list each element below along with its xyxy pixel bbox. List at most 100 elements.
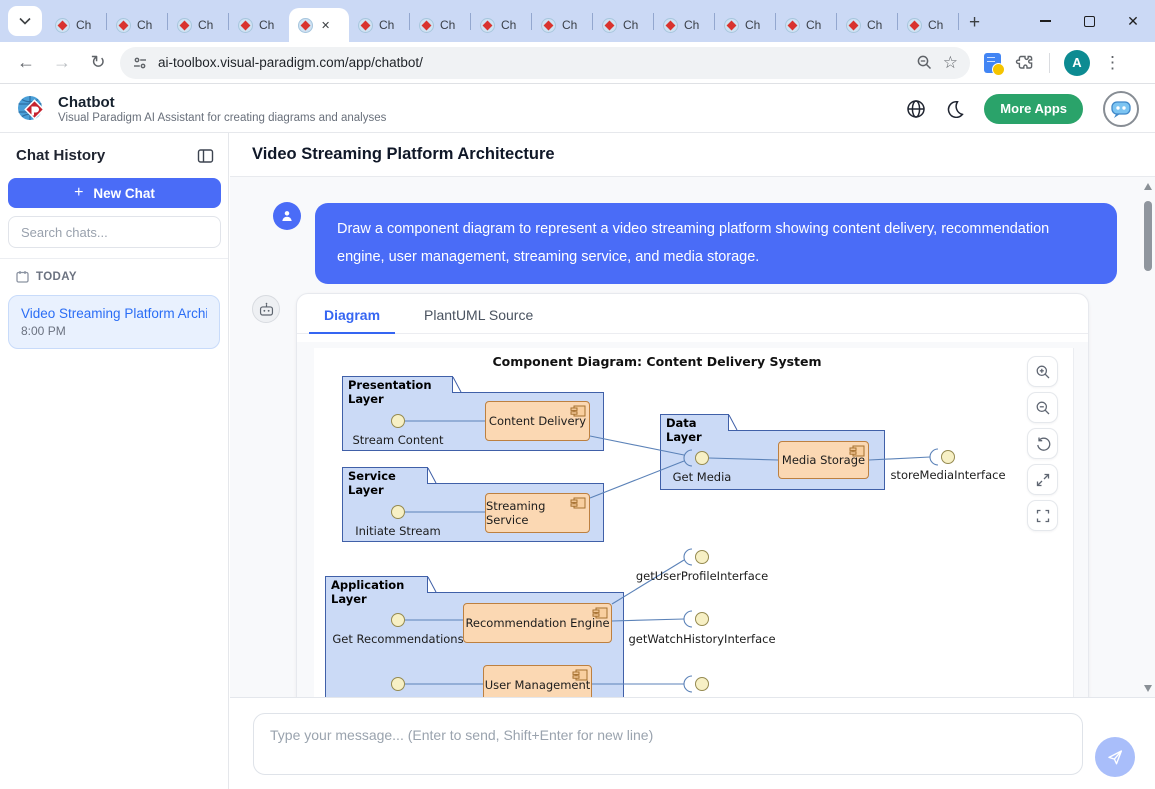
- component-recommendation-engine: Recommendation Engine: [463, 603, 612, 643]
- site-settings-icon[interactable]: [132, 55, 148, 71]
- chat-scrollbar[interactable]: [1142, 180, 1154, 695]
- browser-menu-icon[interactable]: ⋮: [1104, 53, 1121, 73]
- visual-paradigm-favicon: [116, 18, 131, 33]
- bookmark-star-icon[interactable]: ☆: [943, 53, 958, 73]
- collapse-sidebar-icon[interactable]: [197, 148, 214, 164]
- header-actions: More Apps: [906, 91, 1139, 127]
- reset-view-button[interactable]: [1027, 428, 1058, 459]
- browser-tab[interactable]: Ch: [776, 8, 836, 42]
- page-title: Video Streaming Platform Architecture: [252, 145, 555, 164]
- close-window-button[interactable]: ✕: [1111, 0, 1155, 42]
- interface-label: getWatchHistoryInterface: [617, 632, 787, 646]
- chatbot-badge-icon[interactable]: [1103, 91, 1139, 127]
- chevron-down-icon: [19, 17, 31, 25]
- chat-item-title: Video Streaming Platform Archi...: [21, 306, 207, 321]
- chat-item-time: 8:00 PM: [21, 324, 207, 338]
- interface-label: Initiate Stream: [338, 524, 458, 538]
- scroll-down-arrow[interactable]: [1144, 685, 1152, 692]
- more-apps-button[interactable]: More Apps: [984, 94, 1083, 124]
- extension-doc-icon[interactable]: [984, 53, 1001, 73]
- profile-avatar[interactable]: A: [1064, 50, 1090, 76]
- browser-tab[interactable]: Ch: [46, 8, 106, 42]
- tab-search-button[interactable]: [8, 6, 42, 36]
- browser-tab[interactable]: Ch: [593, 8, 653, 42]
- component-content-delivery: Content Delivery: [485, 401, 590, 441]
- component-icon: [570, 405, 586, 417]
- extensions-puzzle-icon[interactable]: [1015, 53, 1035, 73]
- visual-paradigm-favicon: [785, 18, 800, 33]
- send-button[interactable]: [1095, 737, 1135, 777]
- browser-tab[interactable]: Ch: [654, 8, 714, 42]
- tab-close-icon[interactable]: ✕: [321, 19, 330, 32]
- interface-label: Get Recommendations: [328, 632, 468, 646]
- interface-label: getUserProfileInterface: [622, 569, 782, 583]
- visual-paradigm-favicon: [846, 18, 861, 33]
- url-text[interactable]: ai-toolbox.visual-paradigm.com/app/chatb…: [158, 55, 906, 70]
- browser-tab[interactable]: Ch: [107, 8, 167, 42]
- fullscreen-button[interactable]: [1027, 500, 1058, 531]
- visual-paradigm-favicon: [177, 18, 192, 33]
- maximize-button[interactable]: [1067, 0, 1111, 42]
- app-subtitle: Visual Paradigm AI Assistant for creatin…: [58, 112, 386, 124]
- app-titles: Chatbot Visual Paradigm AI Assistant for…: [58, 94, 386, 124]
- browser-tab[interactable]: Ch: [349, 8, 409, 42]
- tab-title: Ch: [806, 18, 821, 32]
- new-tab-button[interactable]: +: [969, 13, 980, 32]
- diagram-viewport[interactable]: Component Diagram: Content Delivery Syst…: [314, 348, 1074, 698]
- sidebar-title: Chat History: [16, 147, 105, 164]
- search-chats-input[interactable]: [8, 216, 221, 248]
- browser-tab[interactable]: Ch: [715, 8, 775, 42]
- tab-title: Ch: [259, 18, 274, 32]
- user-message-bubble: Draw a component diagram to represent a …: [315, 203, 1117, 284]
- visual-paradigm-favicon: [298, 18, 313, 33]
- browser-tab[interactable]: Ch: [229, 8, 289, 42]
- dark-mode-moon-icon[interactable]: [946, 100, 964, 118]
- window-controls: ✕: [1023, 0, 1155, 42]
- tab-diagram[interactable]: Diagram: [309, 307, 395, 334]
- chat-history-item[interactable]: Video Streaming Platform Archi... 8:00 P…: [8, 295, 220, 349]
- tab-title: Ch: [137, 18, 152, 32]
- zoom-out-button[interactable]: [1027, 392, 1058, 423]
- chat-group-label: TODAY: [36, 271, 77, 283]
- zoom-icon[interactable]: [916, 54, 933, 71]
- tab-separator: [958, 13, 959, 30]
- browser-tab[interactable]: Ch: [168, 8, 228, 42]
- forward-button[interactable]: →: [44, 52, 80, 73]
- new-chat-button[interactable]: + New Chat: [8, 178, 221, 208]
- tab-title: Ch: [745, 18, 760, 32]
- address-bar[interactable]: ai-toolbox.visual-paradigm.com/app/chatb…: [120, 47, 970, 79]
- browser-tab[interactable]: Ch: [532, 8, 592, 42]
- browser-tab[interactable]: Ch: [471, 8, 531, 42]
- calendar-icon: [16, 270, 29, 283]
- back-button[interactable]: ←: [8, 52, 44, 73]
- component-icon: [572, 669, 588, 681]
- browser-tab-active[interactable]: ✕: [289, 8, 349, 42]
- message-composer: [230, 699, 1155, 789]
- browser-tab[interactable]: Ch: [898, 8, 958, 42]
- browser-tab[interactable]: Ch: [837, 8, 897, 42]
- tab-plantuml-source[interactable]: PlantUML Source: [409, 307, 548, 333]
- chat-area: Draw a component diagram to represent a …: [230, 177, 1155, 698]
- visual-paradigm-favicon: [55, 18, 70, 33]
- user-avatar: [273, 202, 301, 230]
- tab-title: Ch: [928, 18, 943, 32]
- result-tabs: Diagram PlantUML Source: [297, 294, 1088, 334]
- expand-button[interactable]: [1027, 464, 1058, 495]
- visual-paradigm-logo: [16, 93, 48, 125]
- browser-toolbar: ← → ↻ ai-toolbox.visual-paradigm.com/app…: [0, 42, 1155, 84]
- minimize-button[interactable]: [1023, 0, 1067, 42]
- language-globe-icon[interactable]: [906, 99, 926, 119]
- browser-tab[interactable]: Ch: [410, 8, 470, 42]
- tab-title: Ch: [623, 18, 638, 32]
- plus-icon: +: [74, 184, 83, 202]
- zoom-in-button[interactable]: [1027, 356, 1058, 387]
- message-input[interactable]: [253, 713, 1083, 775]
- scrollbar-thumb[interactable]: [1144, 201, 1152, 271]
- reload-button[interactable]: ↻: [80, 52, 116, 73]
- interface-circle-get-watch-history: [695, 612, 709, 626]
- component-streaming-service: Streaming Service: [485, 493, 590, 533]
- scroll-up-arrow[interactable]: [1144, 183, 1152, 190]
- diagram-panel: Component Diagram: Content Delivery Syst…: [297, 342, 1088, 698]
- interface-label: authenticateUserInterface: [617, 696, 787, 698]
- chat-group-header: TODAY: [0, 259, 228, 289]
